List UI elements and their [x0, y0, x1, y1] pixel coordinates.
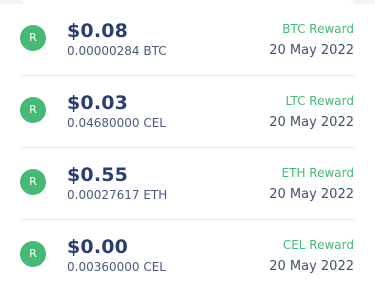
transaction-date: 20 May 2022: [269, 187, 354, 202]
reward-type: BTC Reward: [282, 22, 354, 36]
reward-type: LTC Reward: [285, 94, 354, 108]
crypto-amount: 0.00000284 BTC: [67, 44, 167, 58]
usd-amount: $0.00: [67, 236, 129, 258]
transaction-date: 20 May 2022: [269, 259, 354, 274]
transactions-screen: R $0.08 0.00000284 BTC BTC Reward 20 May…: [0, 0, 375, 292]
reward-avatar-icon: R: [20, 97, 46, 123]
reward-avatar-icon: R: [20, 25, 46, 51]
usd-amount: $0.03: [67, 92, 129, 114]
transaction-row[interactable]: R $0.08 0.00000284 BTC BTC Reward 20 May…: [20, 4, 355, 76]
usd-amount: $0.08: [67, 20, 129, 42]
crypto-amount: 0.00027617 ETH: [67, 188, 168, 202]
transaction-row[interactable]: R $0.00 0.00360000 CEL CEL Reward 20 May…: [20, 220, 355, 292]
transaction-date: 20 May 2022: [269, 43, 354, 58]
crypto-amount: 0.00360000 CEL: [67, 260, 166, 274]
reward-type: CEL Reward: [282, 238, 354, 252]
crypto-amount: 0.04680000 CEL: [67, 116, 166, 130]
reward-avatar-icon: R: [20, 169, 46, 195]
transaction-row[interactable]: R $0.55 0.00027617 ETH ETH Reward 20 May…: [20, 148, 355, 220]
reward-avatar-icon: R: [20, 241, 46, 267]
transaction-row[interactable]: R $0.03 0.04680000 CEL LTC Reward 20 May…: [20, 76, 355, 148]
usd-amount: $0.55: [67, 164, 129, 186]
transaction-date: 20 May 2022: [269, 115, 354, 130]
reward-type: ETH Reward: [281, 166, 354, 180]
transaction-list: R $0.08 0.00000284 BTC BTC Reward 20 May…: [0, 4, 375, 292]
